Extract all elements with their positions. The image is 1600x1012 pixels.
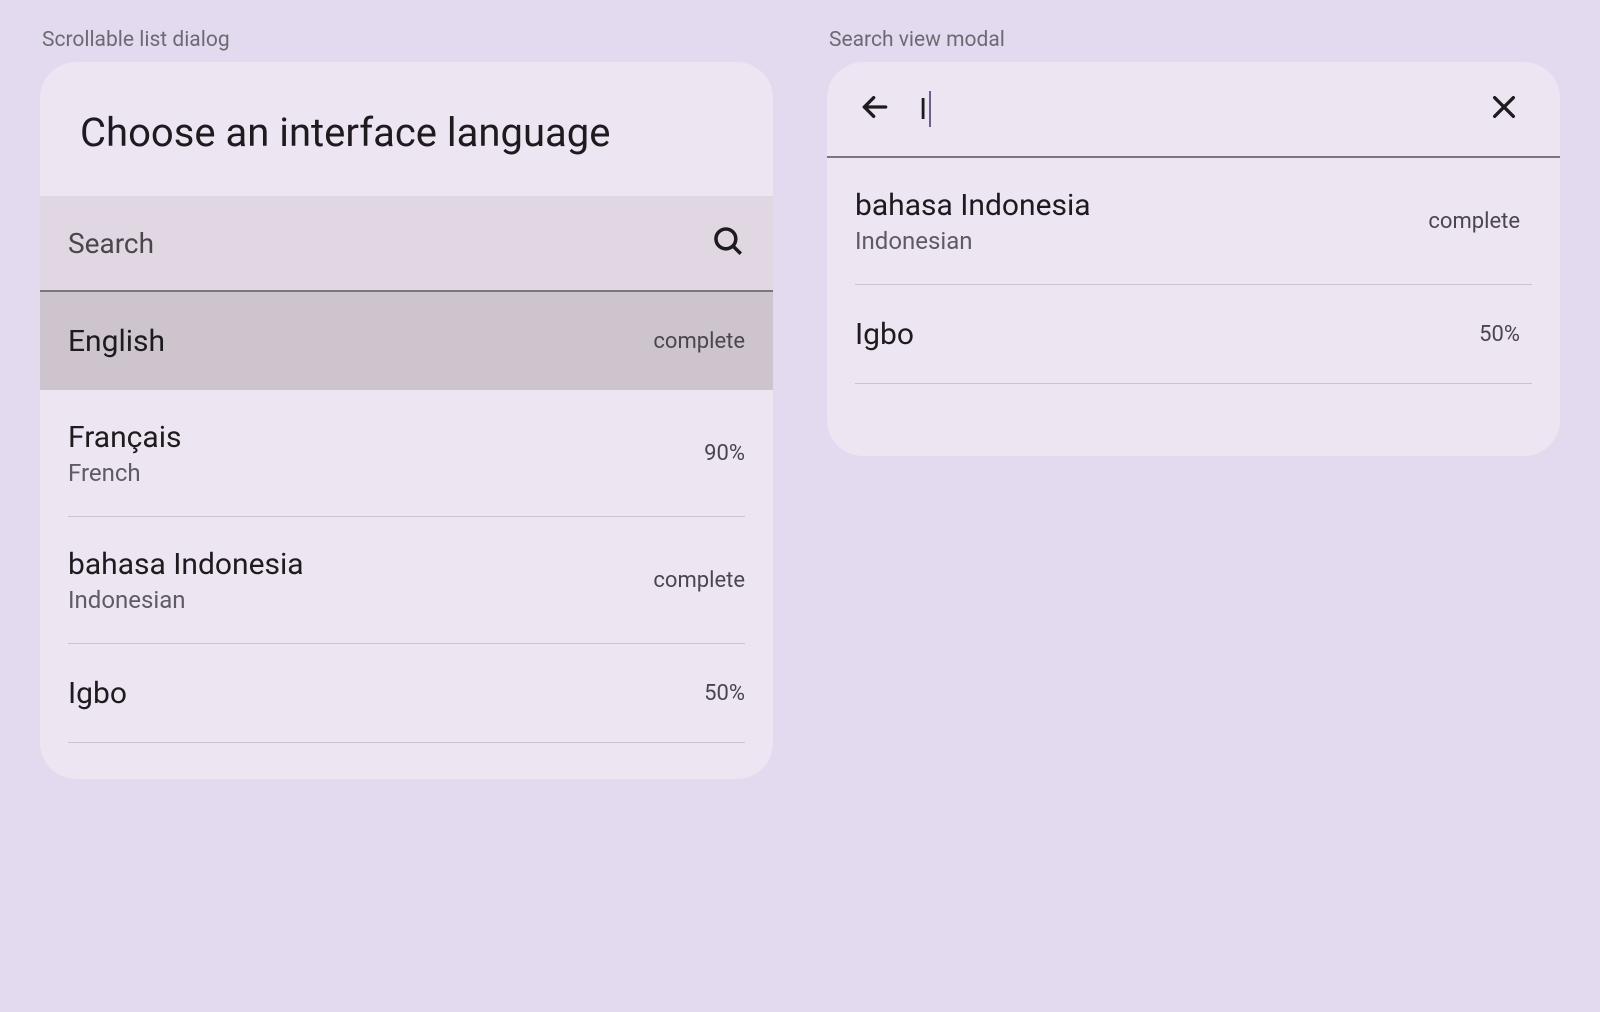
item-status: 90%	[704, 441, 745, 466]
list-item[interactable]: bahasa Indonesia Indonesian complete	[40, 517, 773, 643]
divider	[68, 742, 745, 743]
search-input[interactable]: I	[919, 91, 1460, 127]
item-primary: bahasa Indonesia	[68, 547, 304, 582]
dialog-title: Choose an interface language	[40, 62, 773, 196]
list-item[interactable]: Français French 90%	[40, 390, 773, 516]
item-status: complete	[1428, 209, 1520, 234]
section-label-search-modal: Search view modal	[827, 28, 1560, 52]
item-primary: Igbo	[68, 676, 127, 711]
search-query-text: I	[919, 92, 927, 127]
item-primary: Igbo	[855, 317, 914, 352]
list-item[interactable]: Igbo 50%	[40, 644, 773, 742]
search-icon	[711, 224, 745, 262]
list-item[interactable]: English complete	[40, 292, 773, 390]
item-primary: Français	[68, 420, 181, 455]
search-view-modal: I bahasa Indonesia Indonesian complete I…	[827, 62, 1560, 456]
right-column: Search view modal I bahasa Indonesia	[827, 28, 1560, 984]
item-secondary: Indonesian	[68, 586, 304, 614]
search-bar[interactable]: Search	[40, 196, 773, 292]
divider	[855, 383, 1532, 384]
list-item[interactable]: Igbo 50%	[827, 285, 1560, 383]
item-primary: bahasa Indonesia	[855, 188, 1091, 223]
language-dialog: Choose an interface language Search Engl…	[40, 62, 773, 779]
item-secondary: Indonesian	[855, 227, 1091, 255]
item-status: complete	[653, 329, 745, 354]
item-status: 50%	[1479, 322, 1520, 347]
back-button[interactable]	[855, 89, 895, 129]
search-placeholder: Search	[68, 227, 711, 260]
item-primary: English	[68, 324, 165, 359]
item-status: complete	[653, 568, 745, 593]
close-icon	[1488, 91, 1520, 127]
section-label-scrollable: Scrollable list dialog	[40, 28, 773, 52]
modal-header: I	[827, 62, 1560, 158]
arrow-left-icon	[859, 91, 891, 127]
language-list: English complete Français French 90% bah…	[40, 292, 773, 779]
left-column: Scrollable list dialog Choose an interfa…	[40, 28, 773, 984]
list-item[interactable]: bahasa Indonesia Indonesian complete	[827, 158, 1560, 284]
text-cursor	[929, 91, 931, 127]
item-secondary: French	[68, 459, 181, 487]
item-status: 50%	[704, 681, 745, 706]
clear-button[interactable]	[1484, 89, 1524, 129]
search-results-list: bahasa Indonesia Indonesian complete Igb…	[827, 158, 1560, 420]
